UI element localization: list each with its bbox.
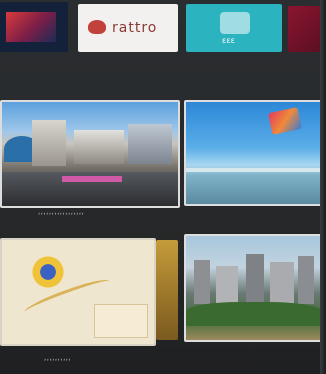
tv-bezel — [320, 0, 326, 374]
tower-shape — [270, 262, 294, 304]
banner-shape — [62, 176, 122, 182]
app-name: ɛɛɛ — [222, 36, 235, 45]
app-mark-icon — [88, 20, 106, 34]
video-thumbnail-art[interactable] — [0, 238, 156, 346]
app-tile-3[interactable]: ɛɛɛ — [186, 4, 282, 52]
video-thumbnail-edge[interactable] — [156, 240, 178, 340]
kite-shape — [268, 107, 302, 135]
tv-screen: rattro ɛɛɛ ʻʻʻʻʻʻʻʻʻʻʻʻʻʻʻʻʻ ʻʻʻʻʻʻʻʻʻʻ — [0, 0, 324, 374]
app-tile-2[interactable]: rattro — [78, 4, 178, 52]
tower-shape — [194, 260, 210, 304]
app-tile-1[interactable] — [0, 2, 68, 52]
video-thumbnail-city[interactable] — [0, 100, 180, 208]
building-shape — [32, 120, 66, 166]
app-name: rattro — [112, 20, 158, 36]
video-thumbnail-skyline[interactable] — [184, 234, 324, 342]
art-card-shape — [94, 304, 148, 338]
tower-shape — [298, 256, 314, 304]
building-shape — [128, 124, 172, 164]
video-thumbnail-sky[interactable] — [184, 100, 324, 206]
app-mark-icon — [220, 12, 250, 34]
trees-shape — [186, 302, 322, 326]
app-row: rattro ɛɛɛ — [0, 0, 320, 54]
video-caption: ʻʻʻʻʻʻʻʻʻʻʻʻʻʻʻʻʻ — [38, 212, 85, 220]
app-tile-4[interactable] — [288, 6, 320, 52]
video-caption: ʻʻʻʻʻʻʻʻʻʻ — [44, 358, 72, 366]
app-logo-icon — [6, 12, 56, 42]
tower-shape — [246, 254, 264, 304]
horizon-shape — [186, 168, 322, 172]
tower-shape — [216, 266, 238, 304]
building-shape — [74, 130, 124, 164]
